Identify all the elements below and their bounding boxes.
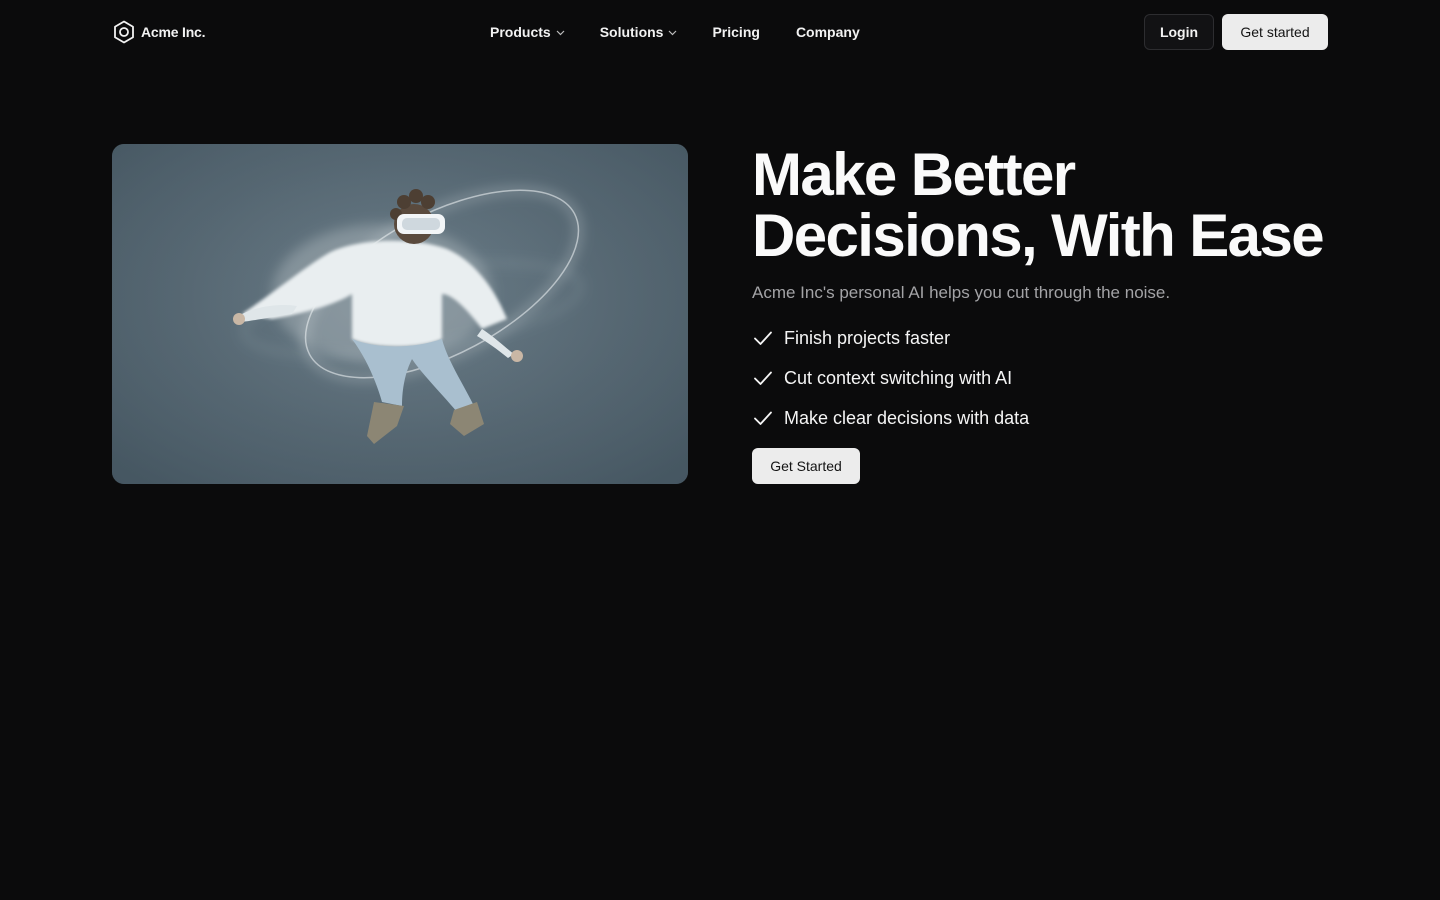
chevron-down-icon [669, 30, 677, 35]
nav-item-label: Company [795, 24, 860, 40]
chevron-down-icon [556, 30, 565, 35]
feature-text: Make clear decisions with data [784, 407, 1030, 428]
hero-headline: Make Better Decisions, With Ease [752, 144, 1372, 266]
feature-item: Finish projects faster [752, 326, 1029, 350]
feature-item: Make clear decisions with data [752, 406, 1029, 430]
top-nav: Acme Inc. Products Solutions Pricing Com… [0, 0, 1440, 64]
nav-item-products[interactable]: Products [490, 24, 565, 40]
login-button[interactable]: Login [1144, 14, 1214, 50]
check-icon [754, 411, 772, 425]
headline-line-2: Decisions, With Ease [752, 202, 1325, 269]
nav-item-label: Pricing [712, 24, 760, 40]
nav-item-pricing[interactable]: Pricing [712, 24, 759, 40]
feature-text: Finish projects faster [784, 327, 951, 348]
hero-subtitle: Acme Inc's personal AI helps you cut thr… [752, 283, 1171, 302]
hero-image [112, 144, 688, 484]
feature-list: Finish projects faster Cut context switc… [752, 326, 1029, 446]
feature-text: Cut context switching with AI [784, 367, 1013, 388]
nav-item-label: Products [490, 24, 551, 40]
headline-line-1: Make Better [752, 141, 1076, 208]
brand-logo[interactable]: Acme Inc. [113, 20, 206, 44]
hero-get-started-button[interactable]: Get Started [752, 448, 860, 484]
feature-item: Cut context switching with AI [752, 366, 1029, 390]
main-menu: Products Solutions Pricing Company [490, 22, 896, 42]
nav-item-company[interactable]: Company [796, 24, 860, 40]
nav-item-label: Solutions [599, 24, 664, 40]
brand-name: Acme Inc. [141, 24, 206, 40]
check-icon [754, 371, 772, 385]
get-started-button[interactable]: Get started [1222, 14, 1328, 50]
check-icon [754, 331, 772, 345]
hexagon-logo-icon [114, 20, 134, 44]
nav-item-solutions[interactable]: Solutions [600, 24, 678, 40]
vr-person-illustration [112, 144, 688, 484]
